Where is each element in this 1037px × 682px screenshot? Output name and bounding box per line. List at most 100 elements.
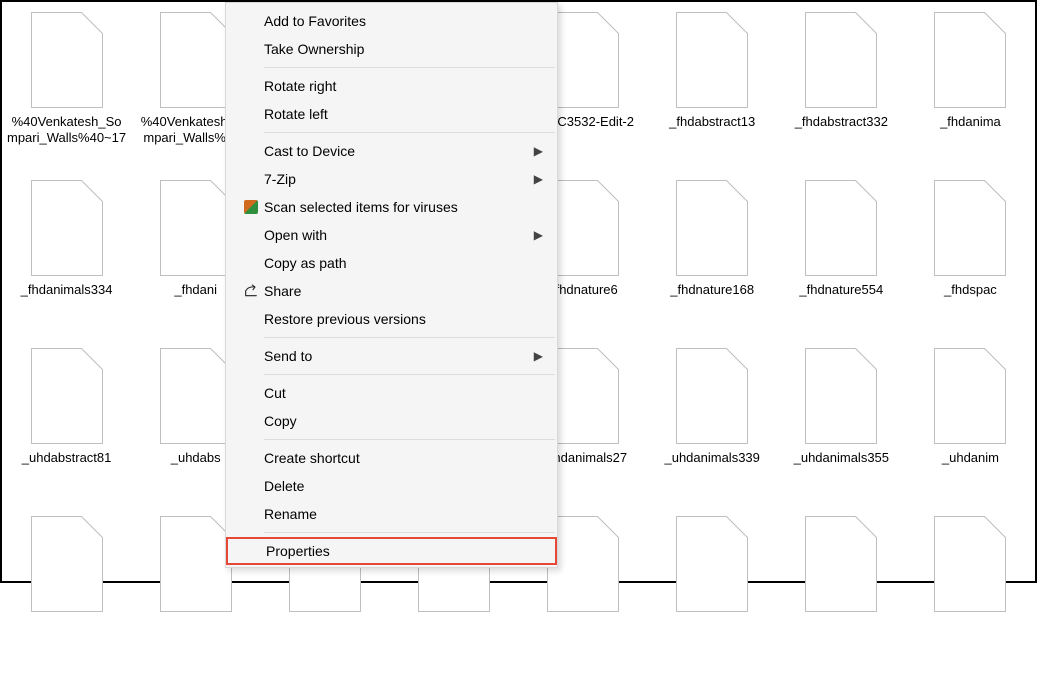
menu-restore-previous[interactable]: Restore previous versions (226, 305, 557, 333)
menu-label: Delete (264, 478, 543, 494)
file-icon (805, 12, 877, 108)
file-label: _fhdabstract13 (669, 114, 755, 130)
file-item[interactable]: _fhdanimals334 (2, 178, 131, 346)
menu-scan-viruses[interactable]: Scan selected items for viruses (226, 193, 557, 221)
file-label: _uhdanim (942, 450, 999, 466)
file-label: _fhdabstract332 (795, 114, 888, 130)
file-icon (676, 12, 748, 108)
menu-label: Rename (264, 506, 543, 522)
antivirus-icon (238, 200, 264, 214)
menu-create-shortcut[interactable]: Create shortcut (226, 444, 557, 472)
file-icon (31, 348, 103, 444)
file-item[interactable]: _uhdabstract81 (2, 346, 131, 514)
file-label: _fhdspac (944, 282, 997, 298)
menu-copy-as-path[interactable]: Copy as path (226, 249, 557, 277)
file-label: _fhdani (174, 282, 217, 298)
file-item[interactable]: _fhdspac (906, 178, 1035, 346)
file-icon (160, 180, 232, 276)
menu-label: Copy as path (264, 255, 543, 271)
file-label: _fhdanimals334 (21, 282, 113, 298)
menu-7zip[interactable]: 7-Zip ▶ (226, 165, 557, 193)
file-label: %40Venkatesh_Sompari_Walls%40~17 (7, 114, 127, 147)
menu-separator (264, 337, 555, 338)
file-item[interactable]: _uhdanimals355 (777, 346, 906, 514)
menu-delete[interactable]: Delete (226, 472, 557, 500)
file-label: _fhdanima (940, 114, 1001, 130)
file-item[interactable]: _fhdabstract13 (648, 10, 777, 178)
menu-label: Rotate left (264, 106, 543, 122)
file-icon (676, 516, 748, 612)
file-icon (31, 12, 103, 108)
menu-label: Open with (264, 227, 533, 243)
share-icon (238, 283, 264, 299)
file-item[interactable]: _fhdnature554 (777, 178, 906, 346)
menu-label: Create shortcut (264, 450, 543, 466)
file-item[interactable] (906, 514, 1035, 682)
file-item[interactable]: _uhdanimals339 (648, 346, 777, 514)
file-item[interactable] (648, 514, 777, 682)
file-icon (805, 180, 877, 276)
context-menu: Add to Favorites Take Ownership Rotate r… (225, 2, 558, 568)
file-icon (805, 516, 877, 612)
menu-label: Add to Favorites (264, 13, 543, 29)
menu-open-with[interactable]: Open with ▶ (226, 221, 557, 249)
menu-label: Share (264, 283, 543, 299)
menu-rename[interactable]: Rename (226, 500, 557, 528)
menu-send-to[interactable]: Send to ▶ (226, 342, 557, 370)
menu-copy[interactable]: Copy (226, 407, 557, 435)
file-icon (934, 516, 1006, 612)
menu-label: Cast to Device (264, 143, 533, 159)
menu-take-ownership[interactable]: Take Ownership (226, 35, 557, 63)
file-icon (31, 516, 103, 612)
file-icon (160, 12, 232, 108)
file-item[interactable] (2, 514, 131, 682)
menu-separator (264, 532, 555, 533)
menu-label: Scan selected items for viruses (264, 199, 543, 215)
menu-add-favorites[interactable]: Add to Favorites (226, 7, 557, 35)
submenu-arrow-icon: ▶ (533, 228, 543, 242)
menu-cut[interactable]: Cut (226, 379, 557, 407)
file-item[interactable]: _fhdnature168 (648, 178, 777, 346)
menu-rotate-left[interactable]: Rotate left (226, 100, 557, 128)
menu-cast-to-device[interactable]: Cast to Device ▶ (226, 137, 557, 165)
menu-label: Properties (266, 543, 541, 559)
file-icon (805, 348, 877, 444)
file-icon (934, 180, 1006, 276)
menu-separator (264, 67, 555, 68)
file-label: _uhdanimals355 (794, 450, 889, 466)
file-icon (160, 348, 232, 444)
menu-label: 7-Zip (264, 171, 533, 187)
file-label: _uhdabstract81 (22, 450, 112, 466)
file-label: _uhdanimals339 (664, 450, 759, 466)
menu-label: Take Ownership (264, 41, 543, 57)
file-icon (934, 348, 1006, 444)
menu-rotate-right[interactable]: Rotate right (226, 72, 557, 100)
file-label: _fhdnature168 (670, 282, 754, 298)
menu-separator (264, 439, 555, 440)
file-item[interactable]: %40Venkatesh_Sompari_Walls%40~17 (2, 10, 131, 178)
file-item[interactable]: _uhdanim (906, 346, 1035, 514)
file-label: _fhdnature6 (548, 282, 617, 298)
file-label: _uhdabs (171, 450, 221, 466)
submenu-arrow-icon: ▶ (533, 144, 543, 158)
menu-label: Send to (264, 348, 533, 364)
file-item[interactable]: _fhdabstract332 (777, 10, 906, 178)
submenu-arrow-icon: ▶ (533, 349, 543, 363)
menu-label: Rotate right (264, 78, 543, 94)
file-icon (31, 180, 103, 276)
menu-properties[interactable]: Properties (226, 537, 557, 565)
menu-label: Copy (264, 413, 543, 429)
menu-separator (264, 374, 555, 375)
file-icon (676, 348, 748, 444)
file-icon (934, 12, 1006, 108)
menu-label: Cut (264, 385, 543, 401)
menu-share[interactable]: Share (226, 277, 557, 305)
submenu-arrow-icon: ▶ (533, 172, 543, 186)
file-icon (160, 516, 232, 612)
menu-separator (264, 132, 555, 133)
file-item[interactable]: _fhdanima (906, 10, 1035, 178)
menu-label: Restore previous versions (264, 311, 543, 327)
file-icon (676, 180, 748, 276)
file-item[interactable] (777, 514, 906, 682)
file-label: _fhdnature554 (799, 282, 883, 298)
